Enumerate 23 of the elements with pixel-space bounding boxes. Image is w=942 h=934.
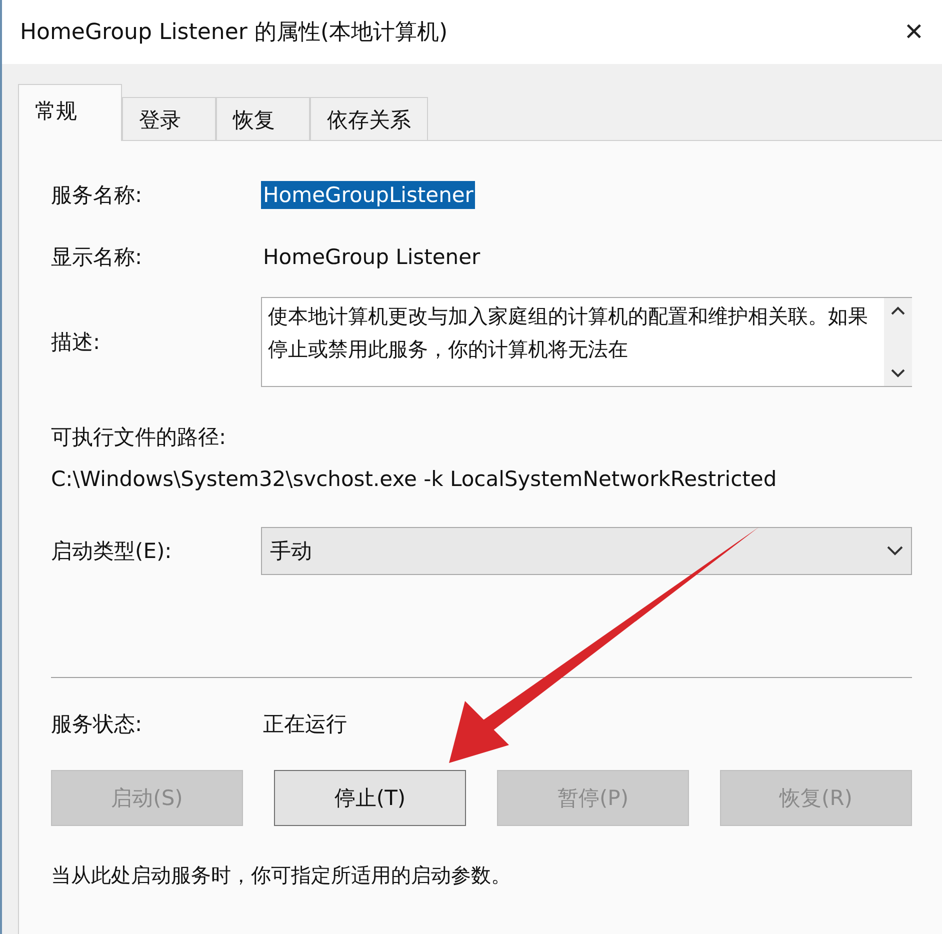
window-title: HomeGroup Listener 的属性(本地计算机) <box>20 19 448 47</box>
field-label: 服务状态: <box>51 711 144 738</box>
startup-type-dropdown[interactable]: 手动 <box>261 527 912 575</box>
description-field[interactable]: 使本地计算机更改与加入家庭组的计算机的配置和维护相关联。如果停止或禁用此服务，你的计算机将无法在 <box>261 297 912 387</box>
tab[interactable]: 恢复 <box>216 97 310 141</box>
hint-text: 当从此处启动服务时，你可指定所适用的启动参数。 <box>51 862 512 889</box>
tab[interactable]: 常规 <box>18 84 122 141</box>
field-label: 服务名称: <box>51 182 144 209</box>
field-label: 启动类型(E): <box>51 538 173 565</box>
scroll-up-icon[interactable] <box>891 306 905 316</box>
chevron-down-icon <box>887 546 903 556</box>
field-label: 显示名称: <box>51 244 144 271</box>
tab[interactable]: 依存关系 <box>310 97 428 141</box>
tab[interactable]: 登录 <box>122 97 216 141</box>
field-label: 描述: <box>51 329 102 356</box>
display-name-value: HomeGroup Listener <box>262 244 482 271</box>
scroll-down-icon[interactable] <box>891 368 905 378</box>
service-button[interactable]: 停止(T) <box>274 770 466 826</box>
field-label: 可执行文件的路径: <box>51 424 226 451</box>
close-button[interactable]: ✕ <box>904 18 924 46</box>
status-value: 正在运行 <box>262 711 348 738</box>
service-name-value: HomeGroupListener <box>261 181 476 209</box>
path-value: C:\Windows\System32\svchost.exe -k LocalSystemNetworkRestricted <box>51 467 777 491</box>
